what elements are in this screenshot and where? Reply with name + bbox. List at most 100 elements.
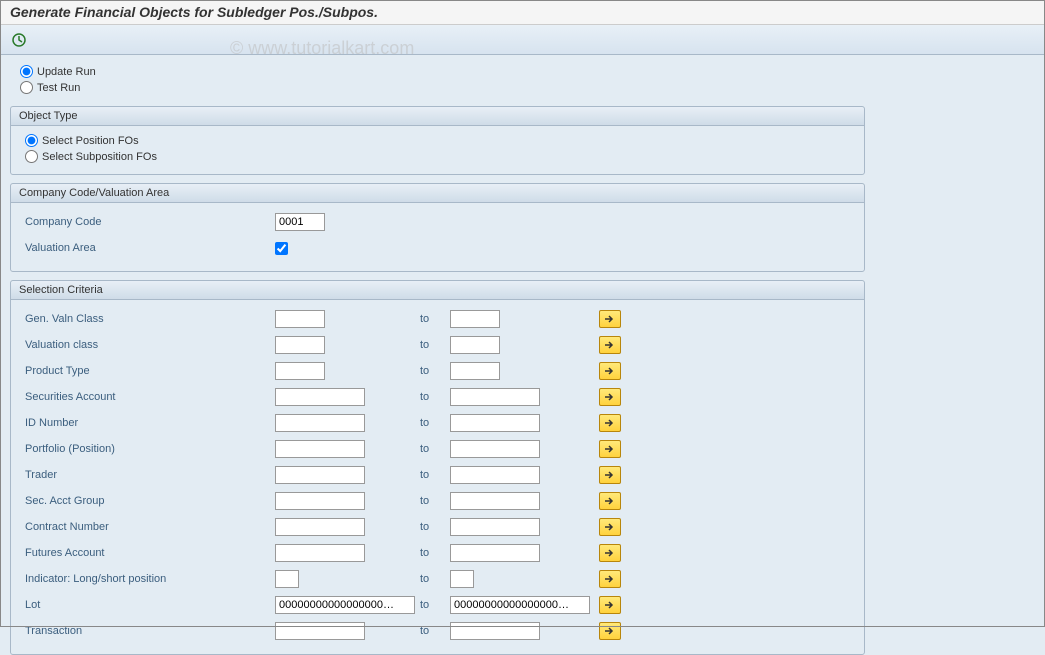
to-label: to: [420, 417, 450, 429]
execute-icon[interactable]: [10, 31, 28, 49]
criteria-row: Sec. Acct Groupto: [25, 490, 850, 512]
criteria-to-input[interactable]: [450, 622, 540, 640]
select-position-row: Select Position FOs: [25, 134, 850, 147]
criteria-row: Lot to: [25, 594, 850, 616]
criteria-label: Futures Account: [25, 547, 275, 559]
criteria-row: Contract Number to: [25, 516, 850, 538]
to-label: to: [420, 443, 450, 455]
to-label: to: [420, 573, 450, 585]
company-valuation-header: Company Code/Valuation Area: [11, 184, 864, 203]
multiple-selection-button[interactable]: [599, 440, 621, 458]
company-code-row: Company Code: [25, 211, 850, 233]
criteria-from-input[interactable]: [275, 596, 415, 614]
multiple-selection-button[interactable]: [599, 362, 621, 380]
criteria-label: Lot: [25, 599, 275, 611]
company-valuation-group: Company Code/Valuation Area Company Code…: [10, 183, 865, 272]
selection-criteria-group: Selection Criteria Gen. Valn ClasstoValu…: [10, 280, 865, 655]
test-run-row: Test Run: [20, 81, 1045, 94]
criteria-from-input[interactable]: [275, 492, 365, 510]
criteria-label: Product Type: [25, 365, 275, 377]
criteria-to-input[interactable]: [450, 570, 474, 588]
criteria-to-input[interactable]: [450, 388, 540, 406]
criteria-row: Portfolio (Position) to: [25, 438, 850, 460]
test-run-radio[interactable]: [20, 81, 33, 94]
criteria-label: Gen. Valn Class: [25, 313, 275, 325]
criteria-from-input[interactable]: [275, 544, 365, 562]
multiple-selection-button[interactable]: [599, 310, 621, 328]
multiple-selection-button[interactable]: [599, 622, 621, 640]
select-position-label: Select Position FOs: [42, 135, 139, 147]
to-label: to: [420, 521, 450, 533]
criteria-from-input[interactable]: [275, 336, 325, 354]
multiple-selection-button[interactable]: [599, 336, 621, 354]
criteria-label: Indicator: Long/short position: [25, 573, 275, 585]
to-label: to: [420, 339, 450, 351]
criteria-to-input[interactable]: [450, 310, 500, 328]
criteria-to-input[interactable]: [450, 596, 590, 614]
criteria-row: Valuation classto: [25, 334, 850, 356]
page-title: Generate Financial Objects for Subledger…: [10, 4, 378, 20]
criteria-row: ID Number to: [25, 412, 850, 434]
criteria-to-input[interactable]: [450, 544, 540, 562]
select-position-radio[interactable]: [25, 134, 38, 147]
criteria-to-input[interactable]: [450, 518, 540, 536]
to-label: to: [420, 599, 450, 611]
content-area: Update Run Test Run Object Type Select P…: [0, 55, 1045, 655]
criteria-from-input[interactable]: [275, 414, 365, 432]
multiple-selection-button[interactable]: [599, 544, 621, 562]
select-subposition-radio[interactable]: [25, 150, 38, 163]
criteria-label: Trader: [25, 469, 275, 481]
object-type-group: Object Type Select Position FOs Select S…: [10, 106, 865, 175]
multiple-selection-button[interactable]: [599, 570, 621, 588]
title-bar: Generate Financial Objects for Subledger…: [0, 0, 1045, 25]
criteria-from-input[interactable]: [275, 440, 365, 458]
company-code-label: Company Code: [25, 216, 275, 228]
criteria-row: Gen. Valn Class to: [25, 308, 850, 330]
criteria-to-input[interactable]: [450, 362, 500, 380]
to-label: to: [420, 391, 450, 403]
valuation-area-row: Valuation Area: [25, 237, 850, 259]
criteria-from-input[interactable]: [275, 362, 325, 380]
criteria-to-input[interactable]: [450, 414, 540, 432]
criteria-from-input[interactable]: [275, 570, 299, 588]
criteria-row: Indicator: Long/short position to: [25, 568, 850, 590]
criteria-from-input[interactable]: [275, 466, 365, 484]
company-code-input[interactable]: [275, 213, 325, 231]
to-label: to: [420, 495, 450, 507]
multiple-selection-button[interactable]: [599, 466, 621, 484]
select-subposition-row: Select Subposition FOs: [25, 150, 850, 163]
valuation-area-checkbox[interactable]: [275, 242, 288, 255]
multiple-selection-button[interactable]: [599, 414, 621, 432]
update-run-label: Update Run: [37, 66, 96, 78]
multiple-selection-button[interactable]: [599, 518, 621, 536]
criteria-label: Contract Number: [25, 521, 275, 533]
toolbar: [0, 25, 1045, 55]
criteria-label: Portfolio (Position): [25, 443, 275, 455]
criteria-row: Product Type to: [25, 360, 850, 382]
to-label: to: [420, 547, 450, 559]
criteria-to-input[interactable]: [450, 492, 540, 510]
criteria-to-input[interactable]: [450, 466, 540, 484]
criteria-from-input[interactable]: [275, 622, 365, 640]
criteria-row: Transactionto: [25, 620, 850, 642]
to-label: to: [420, 365, 450, 377]
select-subposition-label: Select Subposition FOs: [42, 151, 157, 163]
criteria-label: Securities Account: [25, 391, 275, 403]
update-run-row: Update Run: [20, 65, 1045, 78]
multiple-selection-button[interactable]: [599, 492, 621, 510]
criteria-to-input[interactable]: [450, 440, 540, 458]
update-run-radio[interactable]: [20, 65, 33, 78]
criteria-row: Trader to: [25, 464, 850, 486]
criteria-label: ID Number: [25, 417, 275, 429]
criteria-to-input[interactable]: [450, 336, 500, 354]
criteria-from-input[interactable]: [275, 518, 365, 536]
multiple-selection-button[interactable]: [599, 596, 621, 614]
criteria-row: Securities Account to: [25, 386, 850, 408]
run-options: Update Run Test Run: [10, 65, 1045, 94]
criteria-from-input[interactable]: [275, 388, 365, 406]
multiple-selection-button[interactable]: [599, 388, 621, 406]
valuation-area-label: Valuation Area: [25, 242, 275, 254]
to-label: to: [420, 469, 450, 481]
to-label: to: [420, 313, 450, 325]
criteria-from-input[interactable]: [275, 310, 325, 328]
